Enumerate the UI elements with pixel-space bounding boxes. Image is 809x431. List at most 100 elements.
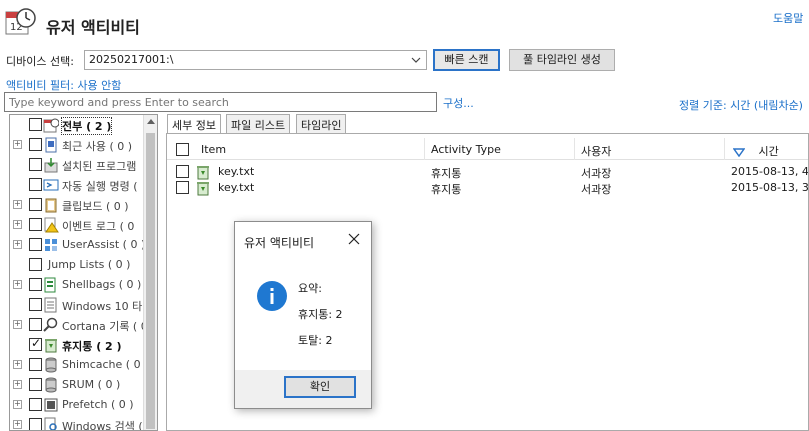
select-all-checkbox[interactable]	[176, 143, 189, 156]
tree-checkbox[interactable]	[29, 198, 42, 211]
tree-checkbox[interactable]	[29, 418, 42, 430]
tree-item-label: UserAssist ( 0 )	[62, 238, 146, 251]
tree-item-label: 이벤트 로그 ( 0	[62, 220, 135, 233]
scroll-thumb[interactable]	[146, 133, 155, 429]
tab-details[interactable]: 세부 정보	[167, 114, 221, 135]
tree-item-srum[interactable]: + SRUM ( 0 )	[10, 375, 144, 395]
tree-checkbox[interactable]	[29, 298, 42, 311]
tree-checkbox[interactable]	[29, 178, 42, 191]
tree-item-all[interactable]: 전부 ( 2 )	[10, 115, 144, 135]
clipboard-icon	[45, 198, 57, 213]
tree-item-prefetch[interactable]: + Prefetch ( 0 )	[10, 395, 144, 415]
tree-item-win10-timeline[interactable]: Windows 10 타임	[10, 295, 152, 315]
tree-item-jumplists[interactable]: Jump Lists ( 0 )	[10, 255, 144, 275]
tree-item-recyclebin[interactable]: 휴지통 ( 2 )	[10, 335, 144, 355]
chevron-down-icon	[411, 57, 421, 63]
device-select-label: 디바이스 선택:	[6, 55, 74, 68]
close-icon[interactable]	[347, 232, 361, 246]
tree-checkbox[interactable]	[29, 158, 42, 171]
row-checkbox[interactable]	[176, 165, 189, 178]
tree-item-cortana[interactable]: + Cortana 기록 ( 0	[10, 315, 148, 335]
tree-checkbox[interactable]	[29, 378, 42, 391]
column-time-label: 시간	[758, 145, 779, 158]
tree-checkbox[interactable]	[29, 278, 42, 291]
tree-item-label: Prefetch ( 0 )	[62, 398, 134, 411]
expand-icon[interactable]: +	[13, 320, 22, 329]
table-row[interactable]: key.txt 휴지통 서과장 2015-08-13, 4:0	[167, 164, 808, 180]
tree-checkbox[interactable]	[29, 398, 42, 411]
scroll-up-icon[interactable]	[147, 119, 155, 124]
recycle-bin-icon	[197, 166, 209, 180]
cell-time: 2015-08-13, 3:2	[731, 181, 809, 194]
expand-icon[interactable]: +	[13, 380, 22, 389]
tree-scrollbar[interactable]	[143, 115, 157, 430]
tree-checkbox[interactable]	[29, 238, 42, 251]
row-checkbox[interactable]	[176, 181, 189, 194]
tree-item-shimcache[interactable]: + Shimcache ( 0 )	[10, 355, 148, 375]
sort-by-link[interactable]: 정렬 기준: 시간 (내림차순)	[679, 97, 803, 113]
expand-icon[interactable]: +	[13, 420, 22, 429]
dialog-titlebar[interactable]: 유저 액티비티	[235, 222, 371, 260]
recycle-bin-icon	[45, 339, 57, 353]
tree-item-shellbags[interactable]: + Shellbags ( 0 )	[10, 275, 144, 295]
config-link[interactable]: 구성...	[443, 95, 474, 111]
tree-item-label: SRUM ( 0 )	[62, 378, 121, 391]
expand-icon[interactable]: +	[13, 140, 22, 149]
shellbag-icon	[44, 277, 56, 293]
tree-item-clipboard[interactable]: + 클립보드 ( 0 )	[10, 195, 144, 215]
expand-icon[interactable]: +	[13, 200, 22, 209]
prefetch-icon	[44, 398, 58, 412]
search-doc-icon	[44, 417, 57, 430]
tree-checkbox[interactable]	[29, 118, 42, 131]
cell-user: 서과장	[581, 167, 612, 180]
category-tree[interactable]: 전부 ( 2 ) + 최근 사용 ( 0 ) 설치된 프로그램 자동 실행 명령…	[9, 114, 158, 431]
summary-dialog: 유저 액티비티 요약: 휴지통: 2 토탈: 2 확인	[234, 221, 372, 409]
expand-icon[interactable]: +	[13, 240, 22, 249]
full-timeline-button[interactable]: 풀 타임라인 생성	[509, 49, 615, 71]
tree-checkbox[interactable]	[29, 138, 42, 151]
tree-item-eventlog[interactable]: + 이벤트 로그 ( 0	[10, 215, 144, 235]
tab-timeline[interactable]: 타임라인	[296, 114, 347, 134]
activity-filter-link[interactable]: 액티비티 필터: 사용 안함	[6, 77, 121, 93]
tree-item-windows-search[interactable]: + Windows 검색 (	[10, 415, 144, 431]
tree-item-label: 자동 실행 명령 (	[62, 180, 138, 193]
column-activity-type[interactable]: Activity Type	[425, 138, 575, 160]
tree-item-label: 전부 ( 2 )	[60, 117, 113, 135]
tab-file-list[interactable]: 파일 리스트	[226, 114, 291, 134]
tree-item-installed[interactable]: 설치된 프로그램	[10, 155, 144, 175]
ok-button[interactable]: 확인	[284, 376, 356, 398]
table-row[interactable]: key.txt 휴지통 서과장 2015-08-13, 3:2	[167, 180, 808, 196]
cell-activity-type: 휴지통	[431, 167, 462, 180]
list-document-icon	[44, 297, 57, 313]
tree-item-label: Shellbags ( 0 )	[62, 278, 142, 291]
column-user[interactable]: 사용자	[575, 138, 725, 160]
tree-checkbox[interactable]	[29, 358, 42, 371]
device-select-value: 20250217001:\	[89, 53, 174, 66]
tree-item-label: 휴지통 ( 2 )	[62, 340, 122, 353]
info-icon	[257, 281, 287, 311]
expand-icon[interactable]: +	[13, 400, 22, 409]
tree-checkbox[interactable]	[29, 258, 42, 271]
quick-scan-button[interactable]: 빠른 스캔	[433, 49, 500, 71]
magnifier-icon	[43, 317, 58, 332]
help-link[interactable]: 도움말	[773, 10, 809, 26]
expand-icon[interactable]: +	[13, 220, 22, 229]
tree-item-recent[interactable]: + 최근 사용 ( 0 )	[10, 135, 144, 155]
device-select[interactable]: 20250217001:\	[84, 50, 427, 70]
tree-item-label: 클립보드 ( 0 )	[62, 200, 129, 213]
column-time[interactable]: 시간	[725, 138, 808, 160]
tree-checkbox[interactable]	[29, 336, 42, 351]
tree-item-autorun[interactable]: 자동 실행 명령 (	[10, 175, 144, 195]
installer-icon	[44, 158, 58, 173]
app-title: 유저 액티비티	[46, 18, 140, 37]
search-input[interactable]	[4, 92, 437, 112]
column-item[interactable]: Item	[195, 138, 425, 160]
tree-item-label: Windows 10 타임	[62, 300, 153, 313]
tree-item-userassist[interactable]: + UserAssist ( 0 )	[10, 235, 146, 255]
recycle-bin-icon	[197, 182, 209, 196]
expand-icon[interactable]: +	[13, 280, 22, 289]
tree-checkbox[interactable]	[29, 218, 42, 231]
expand-icon[interactable]: +	[13, 360, 22, 369]
tree-checkbox[interactable]	[29, 318, 42, 331]
tree-item-label: Windows 검색 (	[62, 420, 143, 431]
